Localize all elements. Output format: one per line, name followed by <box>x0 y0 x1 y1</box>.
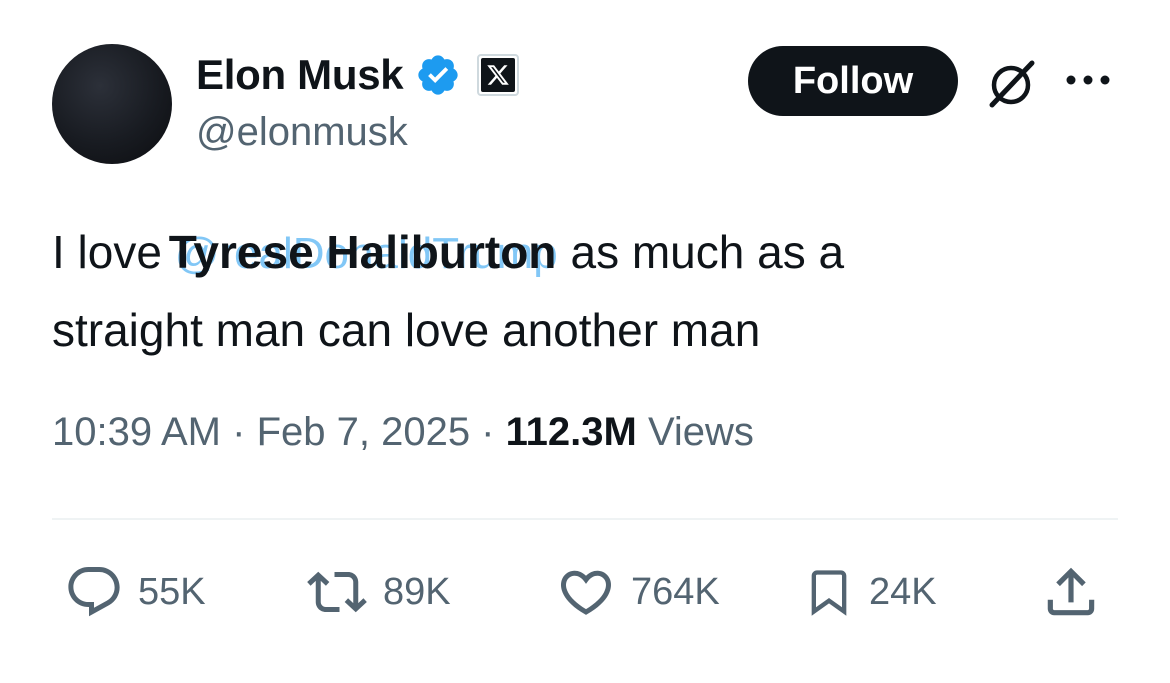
divider <box>52 518 1118 520</box>
tweet-time[interactable]: 10:39 AM <box>52 410 221 454</box>
edited-mention: @realDonaldTrump Tyrese Haliburton <box>169 214 558 292</box>
tweet-meta: 10:39 AM · Feb 7, 2025 · 112.3M Views <box>52 410 754 455</box>
reply-count: 55K <box>138 570 206 613</box>
repost-count: 89K <box>383 570 451 613</box>
tweet-date[interactable]: Feb 7, 2025 <box>257 410 471 454</box>
tweet-text-line2: straight man can love another man <box>52 304 761 356</box>
tweet-text-after: as much as a <box>557 226 845 278</box>
author-handle[interactable]: @elonmusk <box>196 110 408 155</box>
meta-separator: · <box>470 410 506 454</box>
more-icon[interactable] <box>1064 67 1112 93</box>
reply-button[interactable]: 55K <box>64 562 206 622</box>
share-button[interactable] <box>1040 562 1102 622</box>
meta-separator: · <box>221 410 257 454</box>
avatar[interactable] <box>52 44 172 164</box>
views-count: 112.3M <box>505 410 637 454</box>
verified-badge-icon[interactable] <box>415 52 461 98</box>
heart-icon <box>560 570 612 615</box>
views-label: Views <box>647 410 754 454</box>
author-name-row: Elon Musk <box>196 48 520 102</box>
grok-icon[interactable] <box>982 55 1040 113</box>
repost-icon <box>307 571 367 613</box>
share-icon <box>1047 567 1095 616</box>
tweet-text: I love @realDonaldTrump Tyrese Haliburton… <box>52 214 1132 368</box>
overlay-name-text: Tyrese Haliburton <box>168 226 557 278</box>
reply-icon <box>68 567 120 617</box>
like-count: 764K <box>631 570 720 613</box>
like-button[interactable]: 764K <box>555 562 720 622</box>
repost-button[interactable]: 89K <box>305 562 451 622</box>
bookmark-icon <box>811 570 847 616</box>
follow-button[interactable]: Follow <box>748 46 958 116</box>
x-logo-icon <box>477 54 520 96</box>
bookmark-count: 24K <box>869 570 937 613</box>
author-display-name[interactable]: Elon Musk <box>196 51 404 99</box>
bookmark-button[interactable]: 24K <box>803 562 937 622</box>
tweet-text-before: I love <box>52 226 175 278</box>
